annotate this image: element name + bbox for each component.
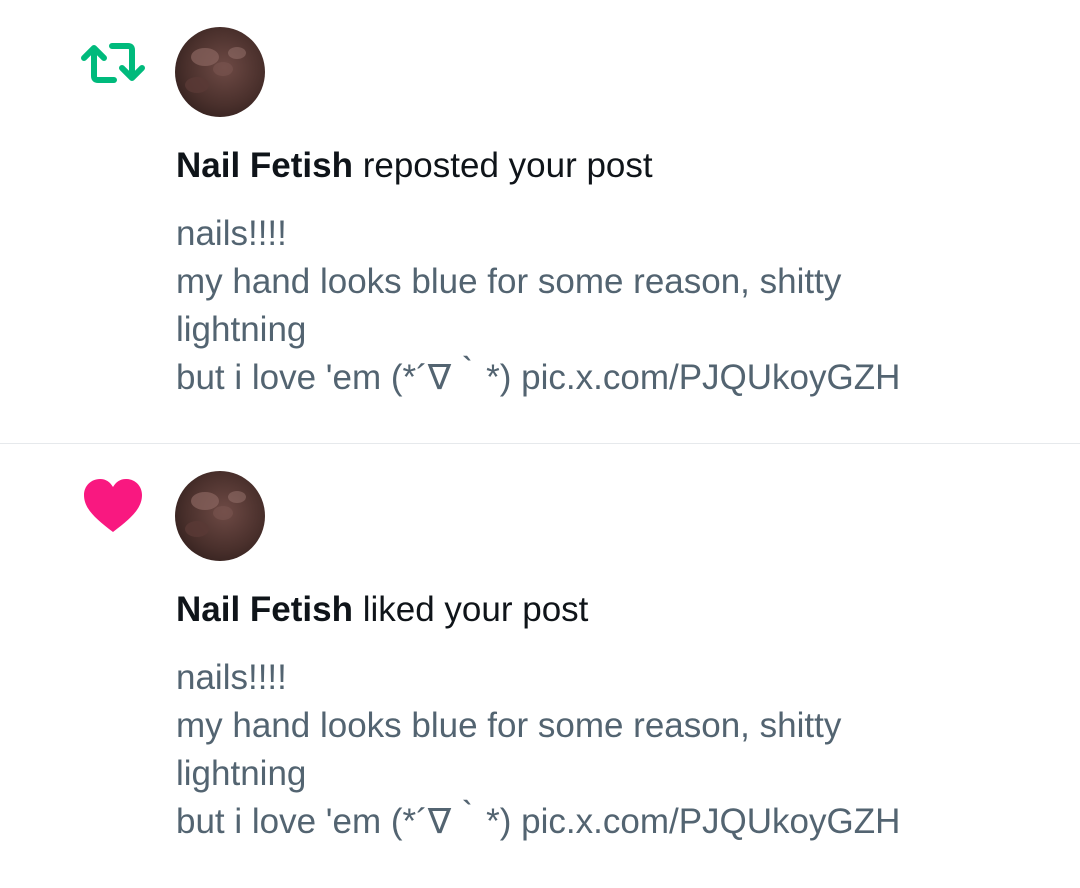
post-text-line: nails!!!! [176,658,287,697]
notification-like[interactable]: Nail Fetish liked your post nails!!!! my… [0,444,1080,888]
post-text-line: my hand looks blue for some reason, shit… [176,262,842,301]
notification-headline: Nail Fetish liked your post [176,588,1036,632]
notification-repost[interactable]: Nail Fetish reposted your post nails!!!!… [0,0,1080,443]
action-text: reposted your post [352,146,653,185]
post-text-line: lightning [176,754,307,793]
heart-icon [80,474,146,540]
post-text-line: my hand looks blue for some reason, shit… [176,706,842,745]
repost-icon [80,30,146,96]
avatar[interactable] [175,27,265,117]
post-text-line: but i love 'em (*´∇｀*) pic.x.com/PJQUkoy… [176,802,901,841]
actor-name[interactable]: Nail Fetish [176,146,353,185]
post-text[interactable]: nails!!!! my hand looks blue for some re… [176,654,1036,846]
action-text: liked your post [352,590,589,629]
post-text[interactable]: nails!!!! my hand looks blue for some re… [176,210,1036,402]
post-text-line: lightning [176,310,307,349]
notification-headline: Nail Fetish reposted your post [176,144,1036,188]
post-text-line: but i love 'em (*´∇｀*) pic.x.com/PJQUkoy… [176,358,901,397]
avatar[interactable] [175,471,265,561]
post-text-line: nails!!!! [176,214,287,253]
actor-name[interactable]: Nail Fetish [176,590,353,629]
